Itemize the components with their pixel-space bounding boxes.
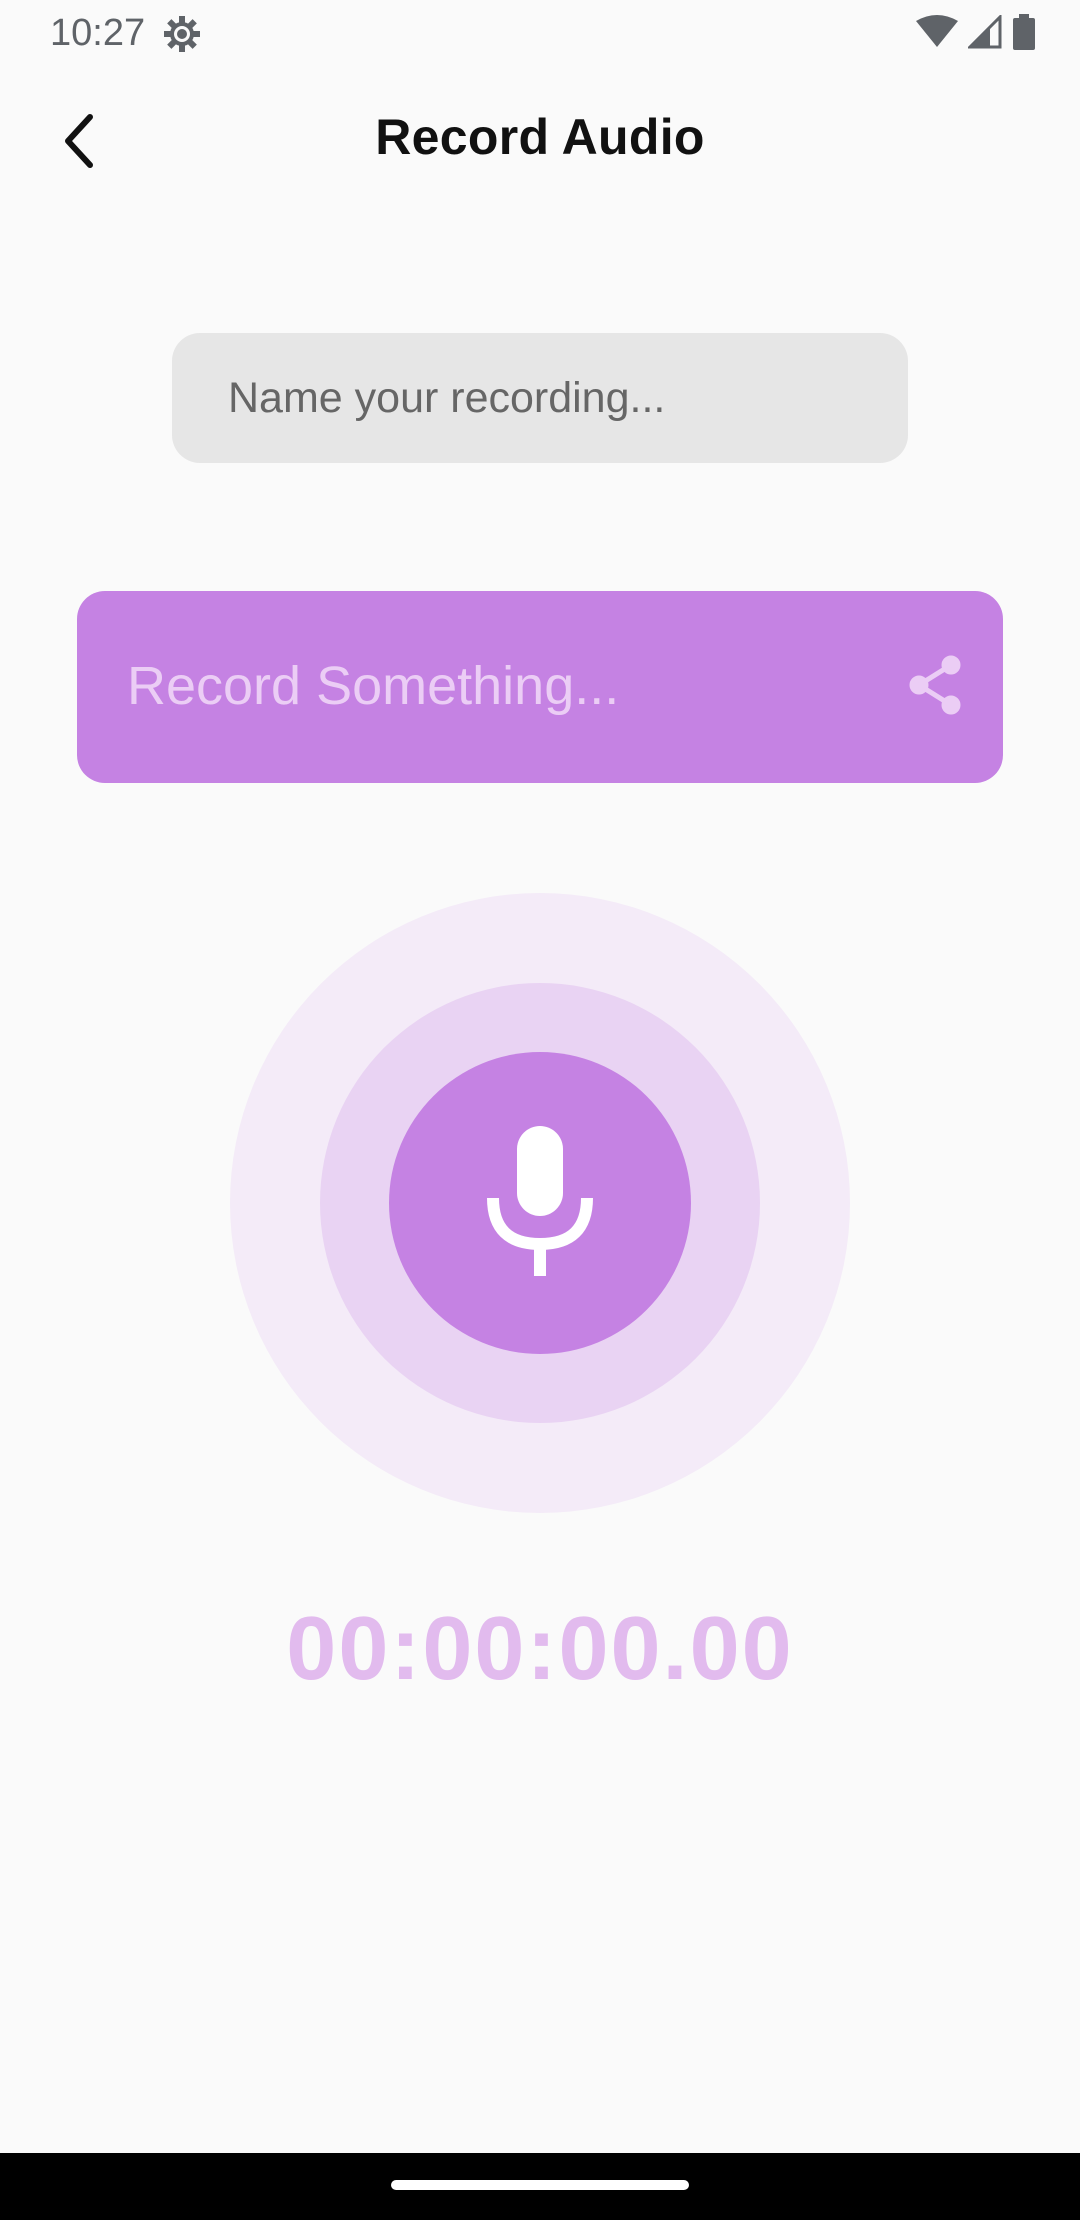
- recording-timer: 00:00:00.00: [286, 1599, 794, 1699]
- recording-card: Record Something...: [77, 591, 1003, 783]
- share-button[interactable]: [903, 655, 967, 719]
- wifi-icon: [916, 14, 958, 54]
- record-something-label: Record Something...: [127, 656, 620, 716]
- battery-icon: [1012, 13, 1036, 55]
- signal-icon: [966, 12, 1002, 54]
- status-time: 10:27: [50, 12, 146, 54]
- share-icon: [907, 655, 963, 720]
- microphone-icon: [485, 1125, 595, 1281]
- settings-gear-icon: [162, 14, 202, 54]
- status-icons: [916, 12, 1036, 55]
- record-audio-screen: 10:27 Record Audio Name your recording..…: [0, 0, 1080, 2220]
- home-indicator[interactable]: [391, 2180, 689, 2190]
- recording-name-input[interactable]: [172, 333, 908, 463]
- status-bar: 10:27: [0, 0, 1080, 66]
- page-title: Record Audio: [375, 109, 705, 165]
- record-mic-button[interactable]: [389, 1052, 691, 1354]
